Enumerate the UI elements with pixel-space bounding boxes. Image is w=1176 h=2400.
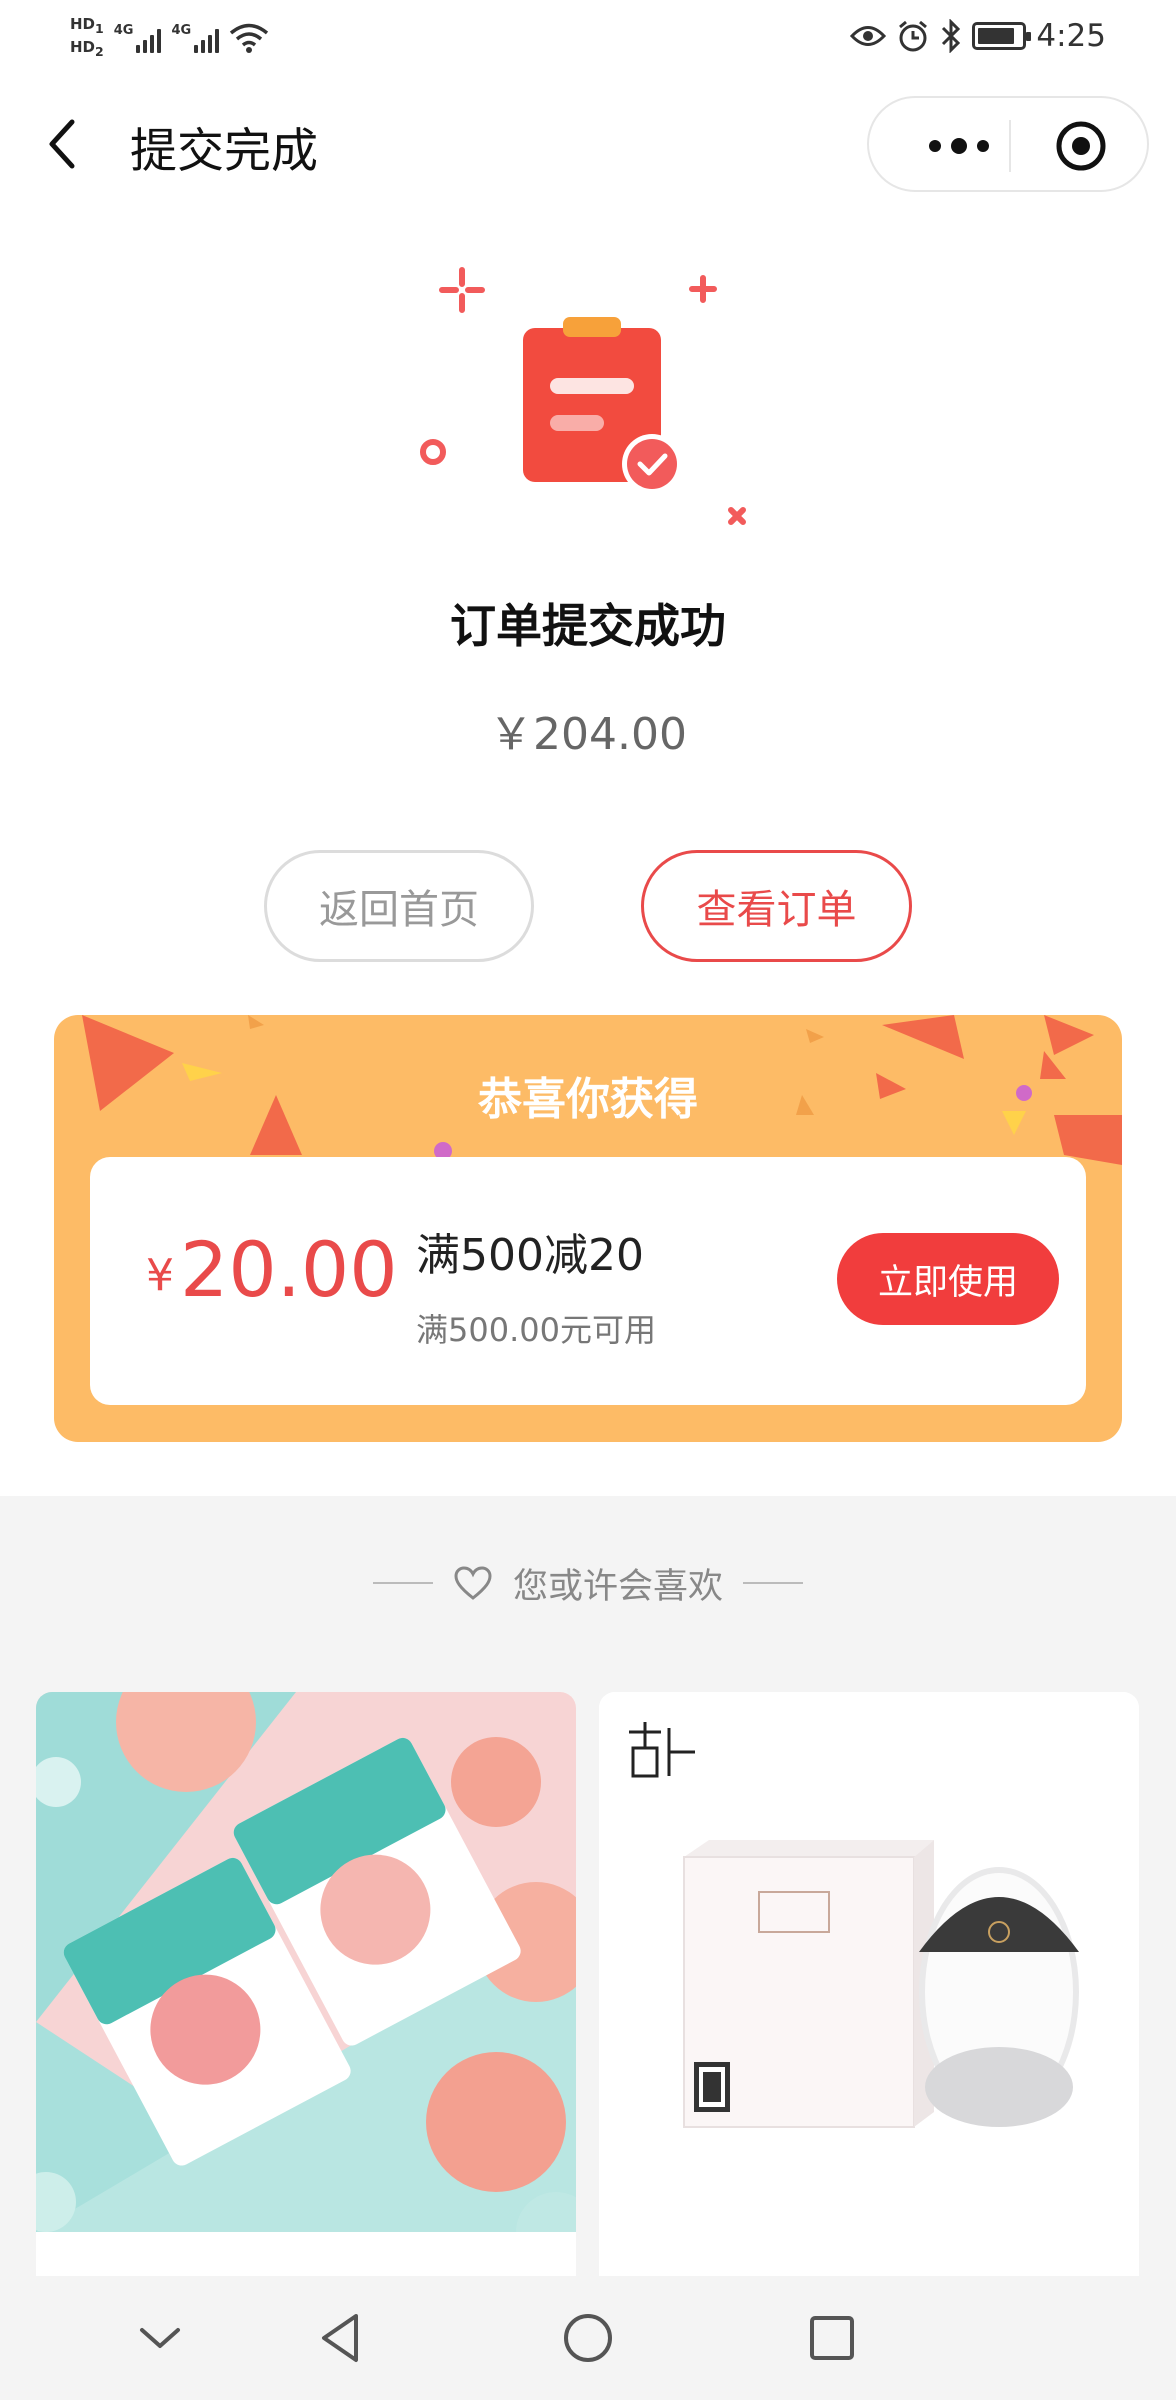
- recommend-header: 您或许会喜欢: [0, 1555, 1176, 1611]
- page-title: 提交完成: [130, 124, 318, 179]
- product-image: [599, 1692, 1139, 2232]
- chevron-down-icon[interactable]: [128, 2306, 192, 2370]
- battery-icon: [972, 22, 1032, 50]
- divider-line: [743, 1582, 803, 1584]
- close-mini-program-button[interactable]: [1011, 98, 1151, 194]
- system-navigation-bar: [0, 2276, 1176, 2400]
- success-title: 订单提交成功: [450, 599, 726, 653]
- mini-program-capsule: [867, 96, 1149, 192]
- coupon-value: ¥20.00: [146, 1225, 398, 1314]
- coupon-name: 满500减20: [416, 1230, 644, 1281]
- navigation-bar: 提交完成: [0, 84, 1176, 204]
- signal-icon: 4G: [171, 23, 220, 53]
- coupon-promo-card: 恭喜你获得 ¥20.00 满500减20 满500.00元可用 立即使用: [54, 1015, 1122, 1442]
- coupon: ¥20.00 满500减20 满500.00元可用 立即使用: [90, 1157, 1086, 1405]
- recents-square-icon[interactable]: [800, 2306, 864, 2370]
- home-circle-icon[interactable]: [556, 2306, 620, 2370]
- divider-line: [372, 1582, 433, 1584]
- more-dots-icon: [929, 138, 989, 154]
- status-time: 4:25: [1036, 18, 1106, 54]
- eye-icon: [850, 26, 887, 46]
- coupon-amount: 20.00: [180, 1225, 398, 1314]
- view-order-button[interactable]: 查看订单: [641, 850, 912, 962]
- promo-title: 恭喜你获得: [478, 1074, 698, 1125]
- back-icon[interactable]: [40, 116, 90, 172]
- back-home-button[interactable]: 返回首页: [264, 850, 534, 962]
- wifi-icon: [230, 23, 269, 53]
- alarm-icon: [899, 20, 928, 52]
- use-coupon-button[interactable]: 立即使用: [837, 1233, 1059, 1325]
- coupon-condition: 满500.00元可用: [416, 1311, 656, 1349]
- order-amount: ￥204.00: [489, 709, 687, 760]
- heart-icon: [454, 1566, 492, 1600]
- product-card[interactable]: …叶子桃子面膜…: [36, 1692, 576, 2292]
- bluetooth-icon: [942, 19, 961, 53]
- recommend-title: 您或许会喜欢: [512, 1566, 723, 1607]
- more-button[interactable]: [909, 98, 1009, 194]
- product-card[interactable]: …古瓷雪颜防晒乳…: [599, 1692, 1139, 2292]
- signal-icon: 4G: [114, 23, 162, 53]
- hd-indicator: HD1 HD2: [70, 15, 104, 59]
- back-triangle-icon[interactable]: [310, 2306, 374, 2370]
- product-image: [36, 1692, 576, 2232]
- status-bar: HD1 HD2 4G 4G 4:25: [0, 0, 1176, 72]
- target-icon: [1056, 121, 1106, 171]
- order-success-illustration: [420, 267, 746, 525]
- currency-symbol: ¥: [146, 1250, 174, 1301]
